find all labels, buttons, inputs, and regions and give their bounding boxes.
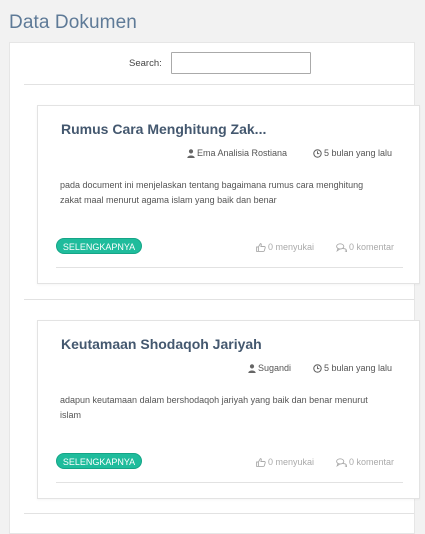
- time-meta: 5 bulan yang lalu: [313, 363, 392, 373]
- divider: [24, 299, 414, 300]
- read-more-button[interactable]: SELENGKAPNYA: [56, 453, 142, 469]
- page-title: Data Dokumen: [9, 12, 137, 33]
- comment-icon: [336, 457, 347, 467]
- author-name: Ema Analisia Rostiana: [197, 148, 288, 158]
- clock-icon: [313, 148, 322, 158]
- search-label: Search:: [129, 58, 162, 69]
- author-name: Sugandi: [258, 363, 292, 373]
- user-icon: [187, 148, 195, 158]
- document-card: Rumus Cara Menghitung Zak... Ema Analisi…: [37, 105, 420, 284]
- time-ago: 5 bulan yang lalu: [324, 363, 393, 373]
- document-description: pada document ini menjelaskan tentang ba…: [60, 180, 364, 205]
- divider: [24, 84, 414, 85]
- document-title[interactable]: Keutamaan Shodaqoh Jariyah: [61, 336, 311, 352]
- search-input[interactable]: [171, 52, 311, 74]
- document-description: adapun keutamaan dalam bershodaqoh jariy…: [60, 395, 368, 420]
- likes-label: 0 menyukai: [268, 457, 315, 467]
- author-meta: Ema Analisia Rostiana: [187, 148, 287, 158]
- document-card: Keutamaan Shodaqoh Jariyah Sugandi 5 bul…: [37, 320, 420, 499]
- likes-count[interactable]: 0 menyukai: [256, 242, 314, 252]
- author-meta: Sugandi: [248, 363, 291, 373]
- divider: [56, 267, 403, 268]
- comments-label: 0 komentar: [349, 457, 395, 467]
- comments-count[interactable]: 0 komentar: [336, 242, 394, 252]
- comments-count[interactable]: 0 komentar: [336, 457, 394, 467]
- divider: [24, 513, 414, 514]
- read-more-button[interactable]: SELENGKAPNYA: [56, 238, 142, 254]
- time-ago: 5 bulan yang lalu: [324, 148, 393, 158]
- thumbs-up-icon: [256, 242, 266, 252]
- comments-label: 0 komentar: [349, 242, 395, 252]
- likes-count[interactable]: 0 menyukai: [256, 457, 314, 467]
- search-bar: Search:: [10, 43, 414, 85]
- divider: [56, 482, 403, 483]
- document-title[interactable]: Rumus Cara Menghitung Zak...: [61, 121, 311, 137]
- likes-label: 0 menyukai: [268, 242, 315, 252]
- user-icon: [248, 363, 256, 373]
- comment-icon: [336, 242, 347, 252]
- thumbs-up-icon: [256, 457, 266, 467]
- clock-icon: [313, 363, 322, 373]
- time-meta: 5 bulan yang lalu: [313, 148, 392, 158]
- document-panel: Search: Rumus Cara Menghitung Zak... Ema…: [9, 42, 420, 534]
